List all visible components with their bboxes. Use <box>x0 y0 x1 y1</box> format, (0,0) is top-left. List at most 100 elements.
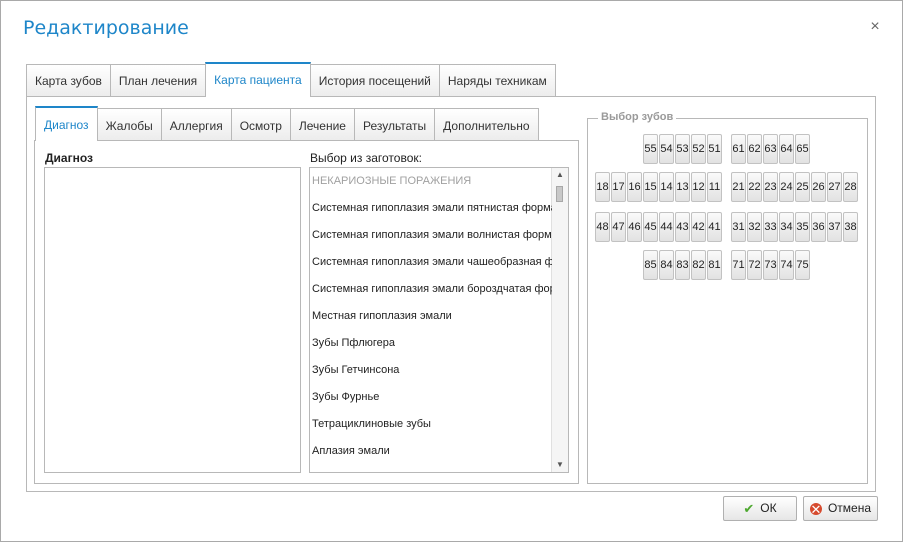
inner-tab-bar: Диагноз Жалобы Аллергия Осмотр Лечение Резуль… <box>35 106 539 141</box>
tooth-button[interactable]: 24 <box>779 172 794 202</box>
tooth-button[interactable]: 21 <box>731 172 746 202</box>
tooth-button[interactable]: 81 <box>707 250 722 280</box>
tooth-button[interactable]: 31 <box>731 212 746 242</box>
tooth-button[interactable]: 54 <box>659 134 674 164</box>
tooth-button[interactable]: 74 <box>779 250 794 280</box>
tooth-button[interactable]: 42 <box>691 212 706 242</box>
tooth-button[interactable]: 71 <box>731 250 746 280</box>
tooth-button[interactable]: 64 <box>779 134 794 164</box>
template-item[interactable]: Системная гипоплазия эмали пятнистая фор… <box>312 199 552 217</box>
tooth-button[interactable]: 38 <box>843 212 858 242</box>
template-item[interactable]: Зубы Гетчинсона <box>312 361 552 379</box>
templates-list[interactable]: ▲ ▼ НЕКАРИОЗНЫЕ ПОРАЖЕНИЯ Системная гипоп… <box>309 167 569 473</box>
tooth-button[interactable]: 14 <box>659 172 674 202</box>
tooth-button[interactable]: 27 <box>827 172 842 202</box>
cancel-button-label: Отмена <box>827 501 872 515</box>
template-item[interactable]: Системная гипоплазия эмали волнистая фор… <box>312 226 552 244</box>
tooth-button[interactable]: 22 <box>747 172 762 202</box>
template-item[interactable]: Системная гипоплазия эмали чашеобразная … <box>312 253 552 271</box>
tooth-button[interactable]: 45 <box>643 212 658 242</box>
scroll-thumb[interactable] <box>556 186 563 202</box>
templates-scrollbar[interactable]: ▲ ▼ <box>551 168 568 472</box>
template-item[interactable]: Системная гипоплазия эмали бороздчатая ф… <box>312 280 552 298</box>
tooth-button[interactable]: 75 <box>795 250 810 280</box>
teeth-row-lower-primary-right: 85 84 83 82 81 <box>643 250 723 280</box>
teeth-row-upper-primary-right: 55 54 53 52 51 <box>643 134 723 164</box>
diagnosis-label: Диагноз <box>45 151 93 165</box>
tooth-button[interactable]: 23 <box>763 172 778 202</box>
inner-tab-1[interactable]: Жалобы <box>96 108 162 141</box>
tooth-button[interactable]: 41 <box>707 212 722 242</box>
outer-tab-1[interactable]: План лечения <box>109 64 207 97</box>
scroll-up-icon[interactable]: ▲ <box>552 168 568 182</box>
template-item[interactable]: Тетрациклиновые зубы <box>312 415 552 433</box>
tooth-button[interactable]: 16 <box>627 172 642 202</box>
tooth-button[interactable]: 17 <box>611 172 626 202</box>
teeth-row-lower-permanent-right: 48 47 46 45 44 43 42 41 <box>595 212 723 242</box>
tooth-button[interactable]: 61 <box>731 134 746 164</box>
ok-button-label: ОК <box>760 501 777 515</box>
templates-label: Выбор из заготовок: <box>310 151 422 165</box>
tooth-button[interactable]: 13 <box>675 172 690 202</box>
tooth-button[interactable]: 25 <box>795 172 810 202</box>
tooth-button[interactable]: 33 <box>763 212 778 242</box>
template-item[interactable]: Зубы Пфлюгера <box>312 334 552 352</box>
cancel-icon: ✕ <box>809 501 822 517</box>
cancel-button[interactable]: ✕ Отмена <box>803 496 878 521</box>
tooth-button[interactable]: 85 <box>643 250 658 280</box>
tooth-button[interactable]: 84 <box>659 250 674 280</box>
tooth-button[interactable]: 62 <box>747 134 762 164</box>
inner-tab-3[interactable]: Осмотр <box>230 108 291 141</box>
outer-tab-4[interactable]: Наряды техникам <box>438 64 556 97</box>
teeth-row-upper-primary-left: 61 62 63 64 65 <box>731 134 811 164</box>
tooth-button[interactable]: 72 <box>747 250 762 280</box>
tooth-button[interactable]: 63 <box>763 134 778 164</box>
tooth-button[interactable]: 51 <box>707 134 722 164</box>
tooth-button[interactable]: 34 <box>779 212 794 242</box>
dialog-title: Редактирование <box>23 17 189 39</box>
tooth-button[interactable]: 11 <box>707 172 722 202</box>
tooth-button[interactable]: 32 <box>747 212 762 242</box>
tooth-button[interactable]: 28 <box>843 172 858 202</box>
template-item[interactable]: Аплазия эмали <box>312 442 552 460</box>
tooth-button[interactable]: 82 <box>691 250 706 280</box>
inner-tab-4[interactable]: Лечение <box>289 108 355 141</box>
tooth-button[interactable]: 83 <box>675 250 690 280</box>
tooth-button[interactable]: 73 <box>763 250 778 280</box>
teeth-row-lower-permanent-left: 31 32 33 34 35 36 37 38 <box>731 212 859 242</box>
inner-tab-2[interactable]: Аллергия <box>160 108 232 141</box>
tooth-button[interactable]: 36 <box>811 212 826 242</box>
diagnosis-textarea[interactable] <box>44 167 301 473</box>
teeth-row-upper-permanent-left: 21 22 23 24 25 26 27 28 <box>731 172 859 202</box>
template-item[interactable]: Зубы Фурнье <box>312 388 552 406</box>
template-group-header[interactable]: НЕКАРИОЗНЫЕ ПОРАЖЕНИЯ <box>312 172 552 190</box>
teeth-selection-legend: Выбор зубов <box>598 111 677 123</box>
tooth-button[interactable]: 65 <box>795 134 810 164</box>
inner-tab-6[interactable]: Дополнительно <box>434 108 539 141</box>
inner-tab-5[interactable]: Результаты <box>353 108 436 141</box>
tooth-button[interactable]: 44 <box>659 212 674 242</box>
close-icon[interactable]: × <box>867 19 883 35</box>
tooth-button[interactable]: 55 <box>643 134 658 164</box>
inner-tab-0[interactable]: Диагноз <box>35 106 98 141</box>
tooth-button[interactable]: 26 <box>811 172 826 202</box>
tooth-button[interactable]: 53 <box>675 134 690 164</box>
tooth-button[interactable]: 35 <box>795 212 810 242</box>
outer-tab-0[interactable]: Карта зубов <box>26 64 111 97</box>
tooth-button[interactable]: 37 <box>827 212 842 242</box>
tooth-button[interactable]: 12 <box>691 172 706 202</box>
tooth-button[interactable]: 46 <box>627 212 642 242</box>
outer-tab-3[interactable]: История посещений <box>309 64 440 97</box>
outer-tab-2[interactable]: Карта пациента <box>205 62 311 97</box>
tooth-button[interactable]: 43 <box>675 212 690 242</box>
scroll-down-icon[interactable]: ▼ <box>552 458 568 472</box>
tooth-button[interactable]: 18 <box>595 172 610 202</box>
tooth-button[interactable]: 47 <box>611 212 626 242</box>
teeth-row-upper-permanent-right: 18 17 16 15 14 13 12 11 <box>595 172 723 202</box>
tooth-button[interactable]: 15 <box>643 172 658 202</box>
outer-tab-bar: Карта зубов План лечения Карта пациента Ист… <box>26 62 556 97</box>
ok-button[interactable]: ✔ ОК <box>723 496 797 521</box>
tooth-button[interactable]: 48 <box>595 212 610 242</box>
tooth-button[interactable]: 52 <box>691 134 706 164</box>
template-item[interactable]: Местная гипоплазия эмали <box>312 307 552 325</box>
